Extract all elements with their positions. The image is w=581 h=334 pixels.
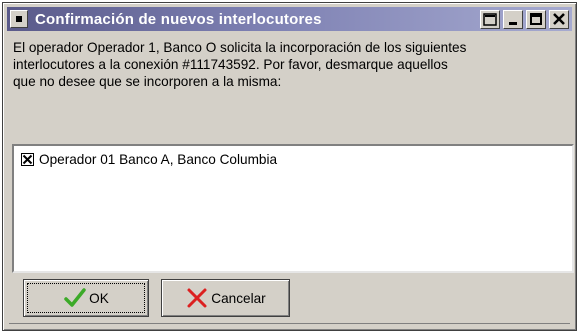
interlocutors-list[interactable]: Operador 01 Banco A, Banco Columbia: [12, 144, 574, 273]
status-bar: [9, 323, 570, 330]
interlocutor-checkbox[interactable]: [21, 153, 34, 166]
dialog-window: Confirmación de nuevos interlocutores El…: [2, 2, 577, 331]
ok-button[interactable]: OK: [23, 279, 149, 317]
message-line: El operador Operador 1, Banco O solicita…: [13, 40, 467, 55]
list-item[interactable]: Operador 01 Banco A, Banco Columbia: [21, 152, 277, 167]
cancel-button[interactable]: Cancelar: [161, 279, 290, 317]
window-title: Confirmación de nuevos interlocutores: [35, 10, 322, 28]
message-line: interlocutores a la conexión #111743592.…: [13, 57, 448, 72]
message-text: El operador Operador 1, Banco O solicita…: [13, 39, 573, 90]
system-menu-icon[interactable]: [10, 10, 28, 28]
close-icon[interactable]: [549, 9, 569, 29]
help-icon[interactable]: [480, 9, 500, 29]
checkmark-icon: [63, 287, 87, 309]
maximize-icon[interactable]: [526, 9, 546, 29]
cancel-button-label: Cancelar: [211, 290, 266, 306]
message-line: que no desee que se incorporen a la mism…: [13, 74, 282, 89]
list-item-label: Operador 01 Banco A, Banco Columbia: [39, 152, 278, 167]
checkbox-x-icon: [22, 154, 33, 165]
title-buttons: [480, 9, 569, 29]
x-icon: [185, 287, 209, 309]
title-bar[interactable]: Confirmación de nuevos interlocutores: [7, 7, 572, 31]
ok-button-label: OK: [89, 290, 109, 306]
minimize-icon[interactable]: [503, 9, 523, 29]
